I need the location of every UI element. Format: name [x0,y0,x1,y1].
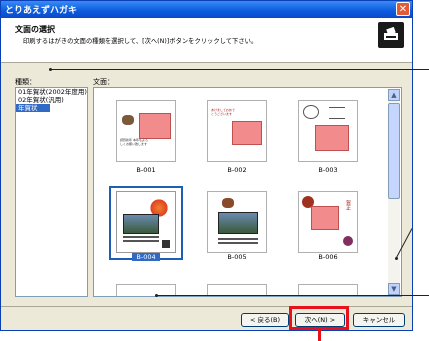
scroll-down-button[interactable]: ▼ [388,283,400,295]
card-label-b-005: B-005 [227,253,247,261]
scroll-up-button[interactable]: ▲ [388,89,400,101]
card-greeting: 謹賀新年 本年もよろしくお願い致します [120,138,148,146]
card-greeting: 賀正 [345,200,351,210]
type-item-01[interactable]: 01年賀状(2002年度用) [16,88,87,96]
card-b-006[interactable]: 賀正 [298,191,358,253]
card-label-b-002: B-002 [227,166,247,174]
printer-icon [378,22,404,48]
callout-line-1a [50,69,429,70]
preview-label: 文面： [93,78,114,86]
page-title: 文面の選択 [15,25,55,34]
type-item-02[interactable]: 02年賀状(汎用) [16,96,87,104]
next-button-highlight [289,306,349,330]
card-greeting: あけましておめでとうございます [211,108,235,116]
card-label-b-003: B-003 [318,166,338,174]
footer-divider [1,306,412,307]
card-b-002[interactable]: あけましておめでとうございます [207,100,267,162]
wizard-header: 文面の選択 印刷するはがきの文面の種類を選択して、[次へ(N)]ボタンをクリック… [1,18,412,63]
card-b-003[interactable] [298,100,358,162]
page-description: 印刷するはがきの文面の種類を選択して、[次へ(N)]ボタンをクリックして下さい。 [23,38,258,45]
callout-line-3 [157,295,429,296]
card-b-005[interactable] [207,191,267,253]
highlight-pointer [318,330,321,341]
title-bar[interactable]: とりあえずハガキ ✕ [1,1,412,18]
template-preview-pane[interactable]: 謹賀新年 本年もよろしくお願い致します B-001 あけましておめでとうございま… [93,87,402,297]
close-button[interactable]: ✕ [396,2,410,16]
scroll-thumb[interactable] [388,103,400,199]
type-list[interactable]: 01年賀状(2002年度用) 02年賀状(汎用) 年賀状 [15,87,88,297]
card-b-001[interactable]: 謹賀新年 本年もよろしくお願い致します [116,100,176,162]
back-button[interactable]: < 戻る(B) [241,313,289,327]
card-label-b-001: B-001 [136,166,156,174]
card-b-004[interactable] [116,191,176,253]
card-label-b-004: B-004 [132,253,160,261]
wizard-window: とりあえずハガキ ✕ 文面の選択 印刷するはがきの文面の種類を選択して、[次へ(… [0,0,413,331]
type-list-label: 種類： [15,78,36,86]
card-label-b-006: B-006 [318,253,338,261]
window-title: とりあえずハガキ [5,6,78,16]
type-item-nenga[interactable]: 年賀状 [16,104,50,112]
preview-scrollbar[interactable]: ▲ ▼ [388,89,400,295]
cancel-button[interactable]: キャンセル [353,313,405,327]
